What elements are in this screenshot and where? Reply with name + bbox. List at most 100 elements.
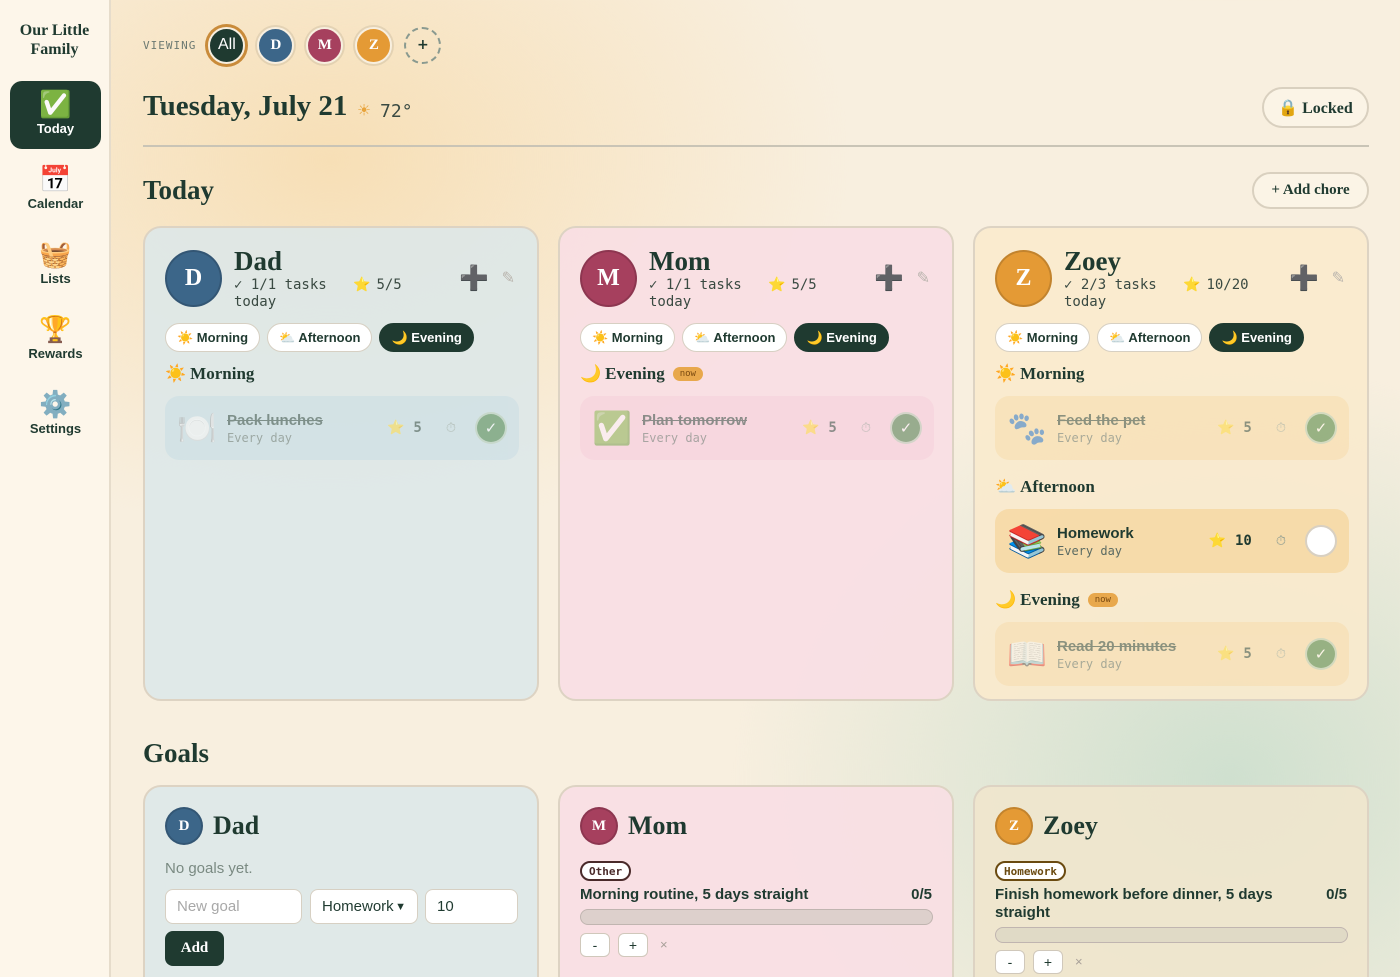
basket-icon: 🧺: [39, 239, 72, 269]
complete-checkbox[interactable]: ✓: [475, 412, 507, 444]
chore-name: Pack lunches: [227, 411, 323, 429]
add-icon[interactable]: ➕: [874, 264, 904, 293]
goal-target-input[interactable]: 10: [425, 889, 518, 924]
chore-frequency: Every day: [1057, 430, 1123, 445]
timer-icon[interactable]: ⏱: [446, 420, 456, 436]
tab-evening[interactable]: 🌙 Evening: [1209, 323, 1304, 352]
add-member-button[interactable]: +: [404, 26, 442, 64]
member-card-mom: M Mom ✓ 1/1 tasks today ⭐ 5/5 ➕ ✎ ☀️ Morning ⛅ A…: [558, 226, 954, 701]
chore-frequency: Every day: [1057, 543, 1123, 558]
tab-morning[interactable]: ☀️ Morning: [165, 323, 261, 352]
member-name: Mom: [649, 246, 711, 276]
star-icon: ⭐: [801, 420, 820, 436]
tab-afternoon[interactable]: ⛅ Afternoon: [682, 323, 788, 352]
app-brand: Our Little Family: [19, 22, 90, 58]
goal-title: Finish homework before dinner, 5 days st…: [995, 886, 1273, 921]
lock-button[interactable]: 🔒 Locked: [1262, 87, 1369, 128]
chore-frequency: Every day: [227, 430, 293, 445]
star-icon: ⭐: [768, 277, 786, 293]
remove-goal-icon[interactable]: ×: [660, 937, 668, 952]
star-icon: ⭐: [353, 277, 371, 293]
period-icon: 🌙: [580, 364, 602, 383]
complete-checkbox[interactable]: [1305, 525, 1337, 557]
goal-card-zoey: Z Zoey Homework Finish homework before d…: [973, 785, 1369, 977]
tab-morning[interactable]: ☀️ Morning: [995, 323, 1091, 352]
points-value: 5: [1243, 420, 1252, 436]
goal-member-name: Mom: [628, 811, 688, 840]
complete-checkbox[interactable]: ✓: [890, 412, 922, 444]
now-badge: now: [672, 367, 703, 381]
decrement-button[interactable]: -: [995, 950, 1025, 974]
timer-icon[interactable]: ⏱: [1276, 420, 1286, 436]
chore-item[interactable]: ✅ Plan tomorrow Every day ⭐ 5 ⏱ ✓: [580, 396, 934, 460]
chore-item[interactable]: 📚 Homework Every day ⭐ 10 ⏱: [995, 509, 1349, 573]
tab-evening[interactable]: 🌙 Evening: [379, 323, 474, 352]
period-icon: ☀️: [165, 364, 187, 383]
trophy-icon: 🏆: [39, 314, 72, 344]
edit-icon[interactable]: ✎: [1332, 268, 1345, 288]
filter-zoey-button[interactable]: Z: [355, 26, 393, 64]
avatar: Z: [995, 250, 1052, 307]
new-goal-input[interactable]: New goal: [165, 889, 302, 924]
timer-icon[interactable]: ⏱: [861, 420, 871, 436]
timer-icon[interactable]: ⏱: [1276, 533, 1286, 549]
group-label: Afternoon: [1020, 477, 1095, 496]
tab-evening[interactable]: 🌙 Evening: [794, 323, 889, 352]
now-badge: now: [1087, 593, 1118, 607]
period-tabs: ☀️ Morning ⛅ Afternoon 🌙 Evening: [995, 323, 1311, 352]
nav-today[interactable]: ✅ Today: [10, 81, 101, 149]
goal-category-select[interactable]: Homework ▼: [310, 889, 418, 924]
add-goal-button[interactable]: Add: [165, 931, 224, 966]
today-heading: Today: [143, 175, 215, 205]
goal-progress-count: 0/5: [911, 886, 932, 903]
points-value: 5: [828, 420, 837, 436]
chore-group-heading: 🌙 Evening now: [580, 364, 703, 384]
nav-rewards[interactable]: 🏆 Rewards: [10, 306, 101, 374]
edit-icon[interactable]: ✎: [917, 268, 930, 288]
filter-all-button[interactable]: All: [208, 26, 246, 64]
chore-points: ⭐ 5: [387, 420, 422, 436]
selected-category: Homework: [322, 898, 394, 915]
period-tabs: ☀️ Morning ⛅ Afternoon 🌙 Evening: [165, 323, 481, 352]
add-icon[interactable]: ➕: [1289, 264, 1319, 293]
temperature: 72°: [380, 101, 413, 122]
gear-icon: ⚙️: [39, 389, 72, 419]
points-value: 5: [413, 420, 422, 436]
star-icon: ⭐: [1216, 646, 1235, 662]
edit-icon[interactable]: ✎: [502, 268, 515, 288]
calendar-icon: 📅: [39, 164, 72, 194]
complete-checkbox[interactable]: ✓: [1305, 638, 1337, 670]
stars-summary: ⭐ 10/20: [1183, 277, 1249, 293]
tab-afternoon[interactable]: ⛅ Afternoon: [1097, 323, 1203, 352]
star-icon: ⭐: [1183, 277, 1201, 293]
filter-dad-button[interactable]: D: [257, 26, 295, 64]
nav-settings[interactable]: ⚙️ Settings: [10, 381, 101, 449]
stars-value: 5/5: [376, 277, 402, 293]
increment-button[interactable]: +: [1033, 950, 1063, 974]
add-chore-button[interactable]: + Add chore: [1252, 172, 1369, 209]
nav-label: Lists: [40, 271, 71, 286]
chore-item[interactable]: 🐾 Feed the pet Every day ⭐ 5 ⏱ ✓: [995, 396, 1349, 460]
tab-afternoon[interactable]: ⛅ Afternoon: [267, 323, 373, 352]
goal-member-name: Zoey: [1043, 811, 1098, 840]
tab-morning[interactable]: ☀️ Morning: [580, 323, 676, 352]
nav-calendar[interactable]: 📅 Calendar: [10, 156, 101, 224]
filter-mom-button[interactable]: M: [306, 26, 344, 64]
add-icon[interactable]: ➕: [459, 264, 489, 293]
chore-item[interactable]: 📖 Read 20 minutes Every day ⭐ 5 ⏱ ✓: [995, 622, 1349, 686]
complete-checkbox[interactable]: ✓: [1305, 412, 1337, 444]
goal-category-tag: Homework: [995, 861, 1066, 881]
points-value: 5: [1243, 646, 1252, 662]
nav-lists[interactable]: 🧺 Lists: [10, 231, 101, 299]
timer-icon[interactable]: ⏱: [1276, 646, 1286, 662]
increment-button[interactable]: +: [618, 933, 648, 957]
chore-emoji-icon: 📚: [1007, 523, 1047, 559]
goal-progress-bar: [995, 927, 1348, 943]
chore-group-heading: ⛅ Afternoon: [995, 477, 1095, 497]
stars-summary: ⭐ 5/5: [353, 277, 402, 293]
remove-goal-icon[interactable]: ×: [1075, 954, 1083, 969]
today-icon: ✅: [39, 89, 72, 119]
decrement-button[interactable]: -: [580, 933, 610, 957]
chore-item[interactable]: 🍽️ Pack lunches Every day ⭐ 5 ⏱ ✓: [165, 396, 519, 460]
chore-emoji-icon: 🍽️: [177, 410, 217, 446]
